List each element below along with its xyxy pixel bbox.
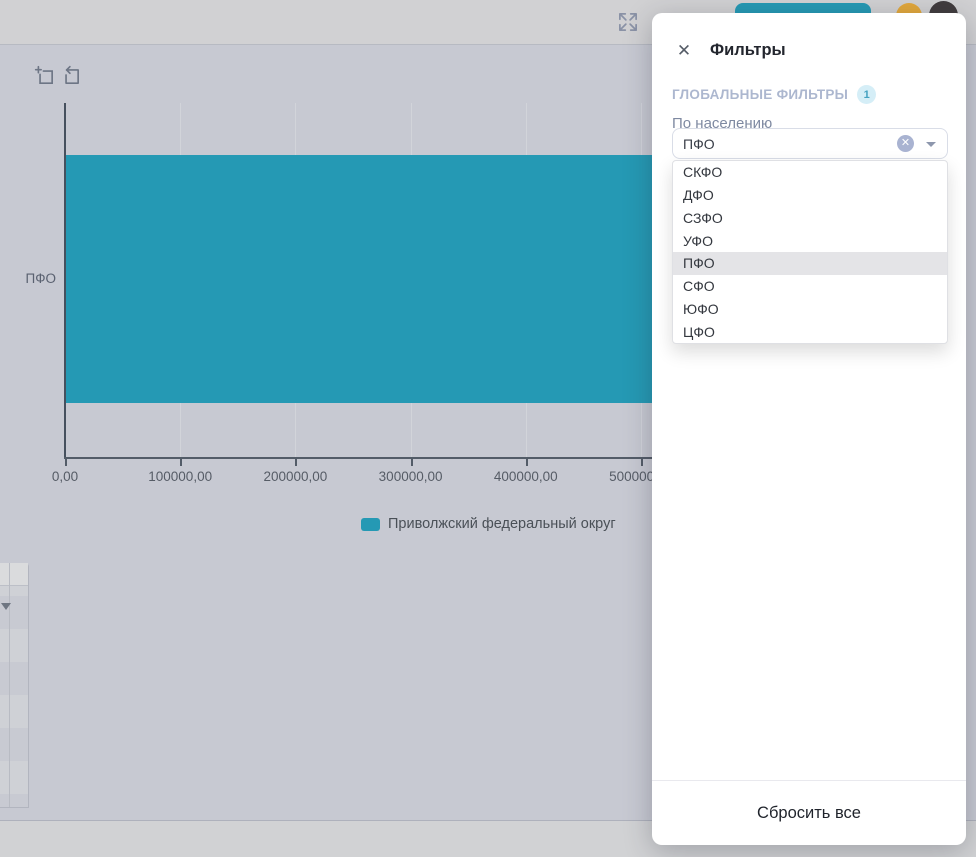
legend-item[interactable]: Приволжский федеральный округ bbox=[361, 516, 616, 532]
dropdown-option-СКФО[interactable]: СКФО bbox=[673, 161, 947, 184]
dropdown-option-ПФО[interactable]: ПФО bbox=[673, 252, 947, 275]
dropdown-option-СФО[interactable]: СФО bbox=[673, 275, 947, 298]
dashboard-page: 0,00 100000,00 200000,00 300000,00 400000,00… bbox=[0, 0, 976, 857]
zoom-selection-icon[interactable] bbox=[34, 65, 56, 87]
clear-filter-icon[interactable]: ✕ bbox=[897, 135, 914, 152]
x-tick-label: 0,00 bbox=[15, 469, 115, 484]
filters-panel-title: Фильтры bbox=[710, 41, 786, 60]
reset-all-button[interactable]: Сбросить все bbox=[757, 804, 861, 823]
dropdown-option-ДФО[interactable]: ДФО bbox=[673, 184, 947, 207]
x-tickmark bbox=[65, 459, 67, 466]
filters-panel-footer: Сбросить все bbox=[652, 780, 966, 845]
chevron-down-icon[interactable] bbox=[926, 142, 936, 147]
close-icon[interactable]: ✕ bbox=[674, 41, 694, 61]
y-category-label: ПФО bbox=[0, 271, 56, 286]
filter-options-dropdown: СКФОДФОСЗФОУФОПФОСФОЮФОЦФО bbox=[672, 160, 948, 344]
dropdown-option-УФО[interactable]: УФО bbox=[673, 229, 947, 252]
x-tickmark bbox=[295, 459, 297, 466]
x-tickmark bbox=[641, 459, 643, 466]
filters-panel-header: ✕ Фильтры bbox=[652, 41, 966, 65]
fullscreen-expand-icon[interactable] bbox=[615, 9, 641, 35]
global-filters-label: ГЛОБАЛЬНЫЕ ФИЛЬТРЫ bbox=[672, 87, 848, 102]
x-tick-label: 100000,00 bbox=[130, 469, 230, 484]
global-filters-section: ГЛОБАЛЬНЫЕ ФИЛЬТРЫ 1 bbox=[672, 85, 876, 104]
reset-zoom-icon[interactable] bbox=[60, 65, 82, 87]
partial-table-widget bbox=[0, 563, 29, 808]
legend-label: Приволжский федеральный округ bbox=[388, 516, 616, 532]
x-tickmark bbox=[411, 459, 413, 466]
chart-bar-pfo[interactable] bbox=[66, 155, 700, 403]
x-tick-label: 400000,00 bbox=[476, 469, 576, 484]
population-filter-select[interactable]: ✕ bbox=[672, 128, 948, 159]
x-tickmark bbox=[180, 459, 182, 466]
dropdown-option-ЮФО[interactable]: ЮФО bbox=[673, 298, 947, 321]
filters-count-badge: 1 bbox=[857, 85, 876, 104]
x-tick-label: 300000,00 bbox=[361, 469, 461, 484]
dropdown-option-ЦФО[interactable]: ЦФО bbox=[673, 320, 947, 343]
partial-table-column-divider bbox=[9, 563, 10, 807]
legend-swatch bbox=[361, 518, 380, 531]
x-tickmark bbox=[526, 459, 528, 466]
dropdown-option-СЗФО[interactable]: СЗФО bbox=[673, 207, 947, 230]
filters-panel: ✕ Фильтры ГЛОБАЛЬНЫЕ ФИЛЬТРЫ 1 По населе… bbox=[652, 13, 966, 845]
sort-arrow-icon bbox=[1, 603, 11, 610]
chart-x-axis bbox=[64, 457, 710, 459]
x-tick-label: 200000,00 bbox=[245, 469, 345, 484]
partial-table-header bbox=[0, 563, 28, 586]
